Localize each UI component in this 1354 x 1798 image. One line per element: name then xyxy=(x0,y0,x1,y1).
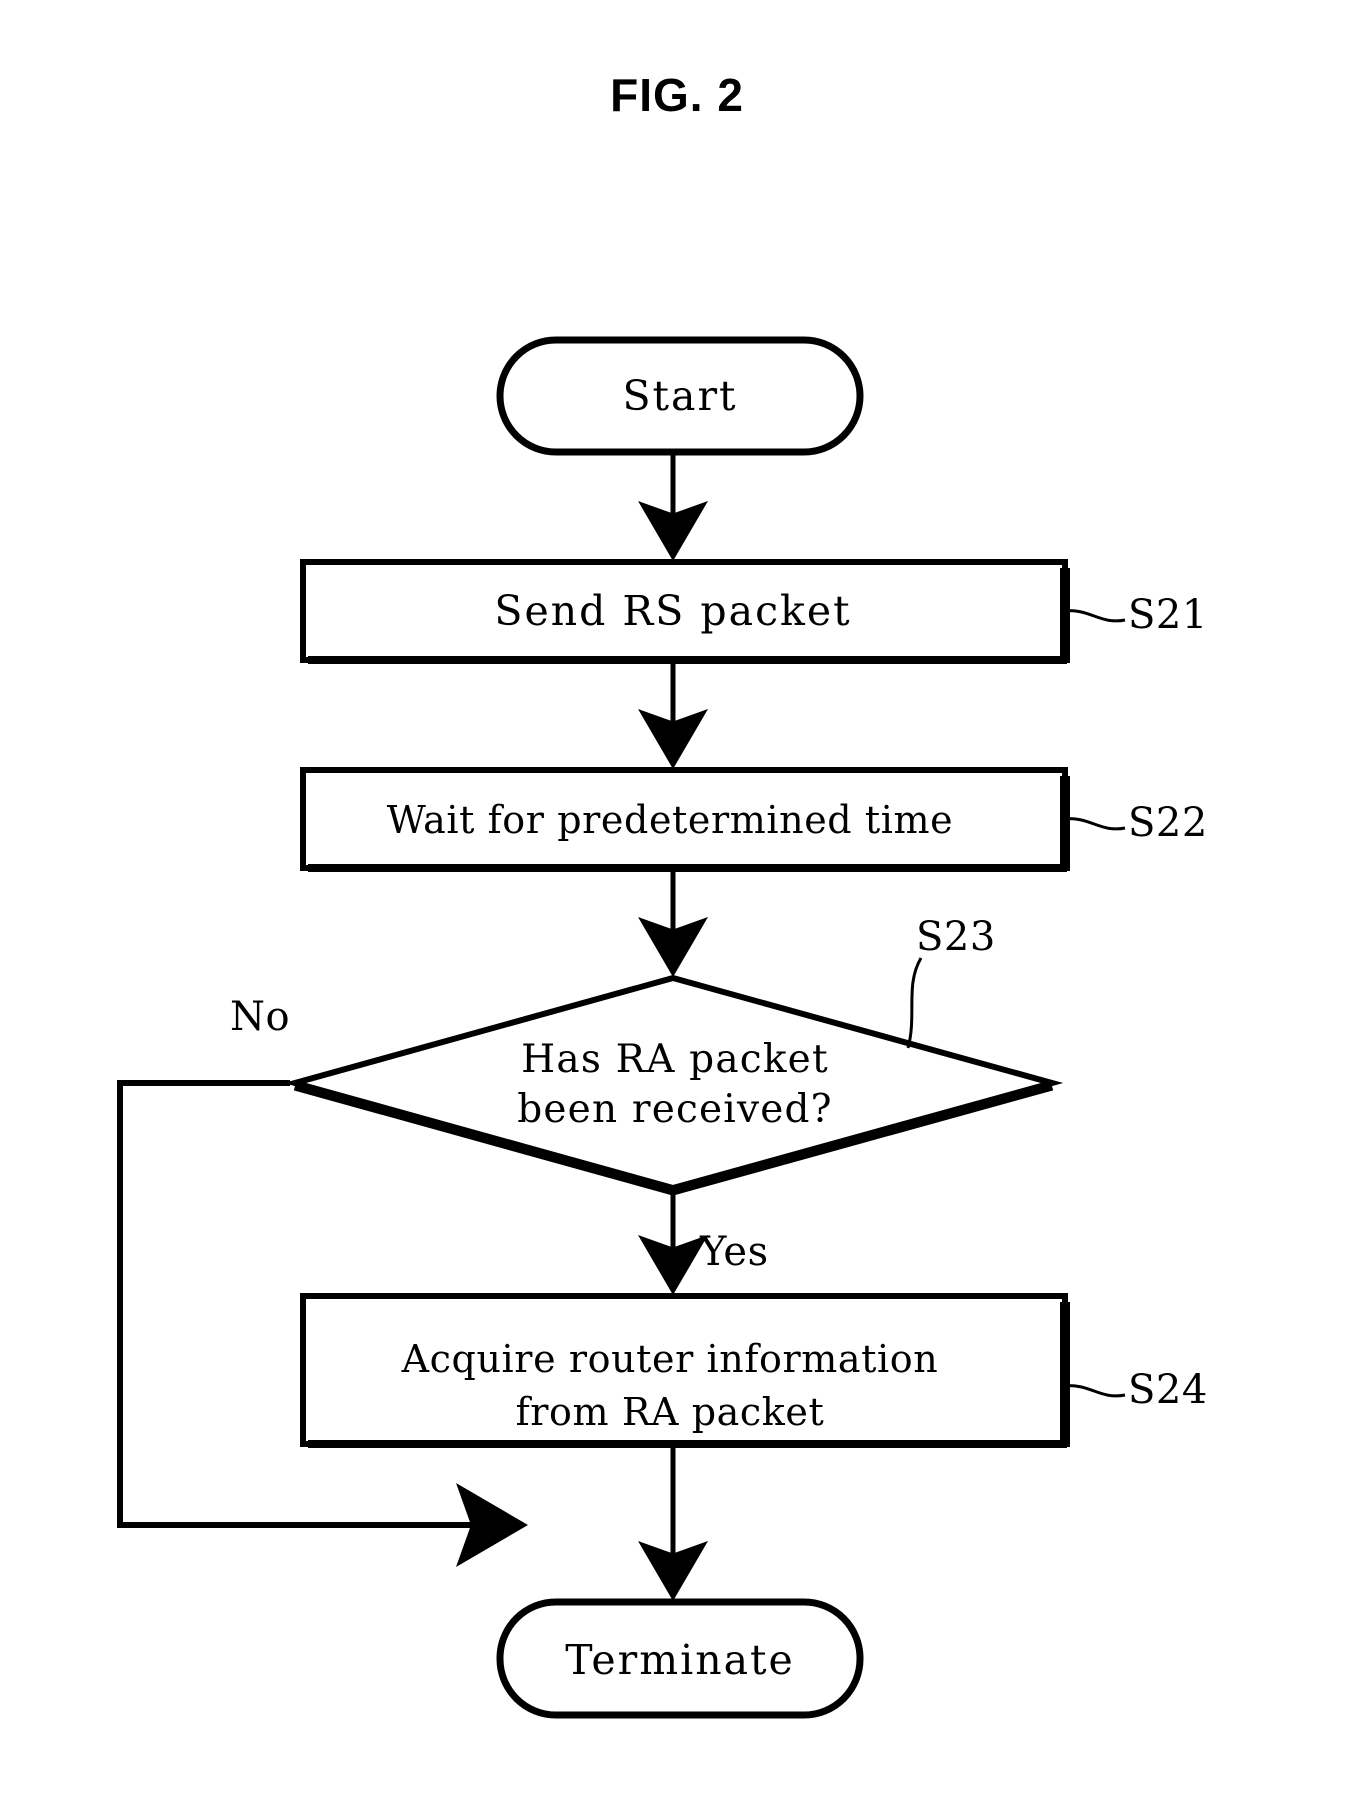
s23-reference: S23 xyxy=(916,914,996,960)
s21-leader-line xyxy=(1062,609,1126,623)
s23-label-line2: been received? xyxy=(517,1087,833,1132)
node-terminate: Terminate xyxy=(496,1598,864,1719)
s24-reference: S24 xyxy=(1128,1367,1208,1413)
node-start: Start xyxy=(496,336,864,456)
branch-label-no: No xyxy=(230,994,290,1040)
s21-label: Send RS packet xyxy=(494,587,851,635)
s22-label: Wait for predetermined time xyxy=(387,798,954,842)
s22-reference: S22 xyxy=(1128,800,1208,846)
s24-label-line1: Acquire router information xyxy=(401,1337,939,1381)
flowchart-canvas: Start Send RS packet S21 Wait for predet… xyxy=(117,336,1208,1719)
s23-leader-line xyxy=(906,957,923,1049)
node-s21: Send RS packet S21 xyxy=(300,559,1208,664)
s24-label-line2: from RA packet xyxy=(516,1390,825,1434)
start-label: Start xyxy=(622,372,737,420)
s23-shape xyxy=(283,974,1064,1192)
node-s24: Acquire router information from RA packe… xyxy=(300,1293,1208,1448)
branch-label-yes: Yes xyxy=(699,1229,769,1275)
figure-page: FIG. 2 Start Send RS packet S21 Wait for… xyxy=(0,0,1354,1798)
terminate-label: Terminate xyxy=(565,1636,795,1684)
s21-reference: S21 xyxy=(1128,592,1208,638)
s24-leader-line xyxy=(1062,1384,1126,1398)
node-s22: Wait for predetermined time S22 xyxy=(300,767,1208,872)
s22-leader-line xyxy=(1062,817,1126,831)
s23-label-line1: Has RA packet xyxy=(521,1037,829,1082)
